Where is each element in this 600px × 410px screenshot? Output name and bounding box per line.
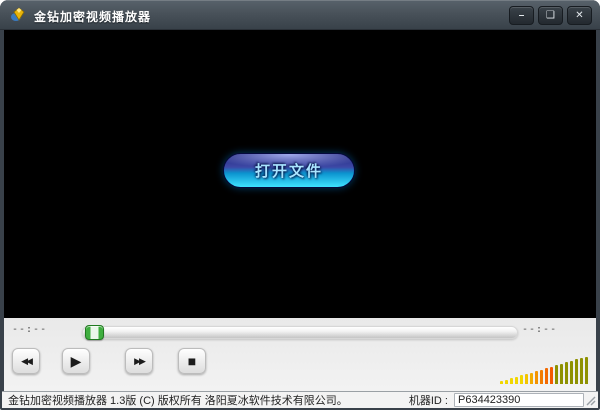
seek-thumb[interactable] (85, 325, 104, 340)
window-title: 金钻加密视频播放器 (34, 8, 151, 25)
volume-bar (550, 367, 553, 384)
machine-id-label: 机器ID : (409, 392, 448, 408)
open-file-button[interactable]: 打开文件 (223, 153, 355, 188)
time-elapsed: --:-- (12, 324, 47, 335)
time-total: --:-- (522, 324, 557, 335)
volume-bar (565, 362, 568, 384)
volume-bar (580, 358, 583, 384)
seek-slider[interactable] (82, 326, 518, 339)
volume-meter[interactable] (500, 356, 592, 384)
volume-bar (575, 359, 578, 384)
volume-bar (515, 377, 518, 384)
video-canvas: 打开文件 (4, 30, 596, 318)
volume-bar (540, 370, 543, 384)
stop-button[interactable]: ■ (178, 348, 206, 374)
volume-bar (570, 361, 573, 384)
volume-bar (505, 380, 508, 384)
close-button[interactable]: ✕ (567, 6, 592, 25)
volume-bar (585, 357, 588, 384)
transport-panel: --:-- --:-- ◀◀ ▶ ▶▶ ■ (4, 318, 596, 391)
fast-forward-button[interactable]: ▶▶ (125, 348, 153, 374)
maximize-button[interactable]: ❑ (538, 6, 563, 25)
volume-bar (560, 364, 563, 384)
volume-bar (530, 373, 533, 384)
volume-bar (545, 368, 548, 384)
status-bar: 金钻加密视频播放器 1.3版 (C) 版权所有 洛阳夏冰软件技术有限公司。 机器… (2, 391, 598, 408)
volume-bar (510, 378, 513, 384)
minimize-button[interactable]: – (509, 6, 534, 25)
app-icon (10, 7, 26, 23)
volume-bar (525, 374, 528, 384)
player-window: 金钻加密视频播放器 – ❑ ✕ 打开文件 --:-- --:-- ◀◀ ▶ ▶▶… (0, 0, 600, 410)
copyright-text: 金钻加密视频播放器 1.3版 (C) 版权所有 洛阳夏冰软件技术有限公司。 (8, 392, 409, 408)
rewind-button[interactable]: ◀◀ (12, 348, 40, 374)
title-bar[interactable]: 金钻加密视频播放器 – ❑ ✕ (0, 0, 600, 30)
volume-bar (535, 371, 538, 384)
volume-bar (520, 375, 523, 384)
volume-bar (500, 381, 503, 384)
play-button[interactable]: ▶ (62, 348, 90, 374)
resize-grip-icon[interactable] (585, 395, 596, 406)
volume-bar (555, 365, 558, 384)
machine-id-field[interactable] (454, 393, 584, 407)
